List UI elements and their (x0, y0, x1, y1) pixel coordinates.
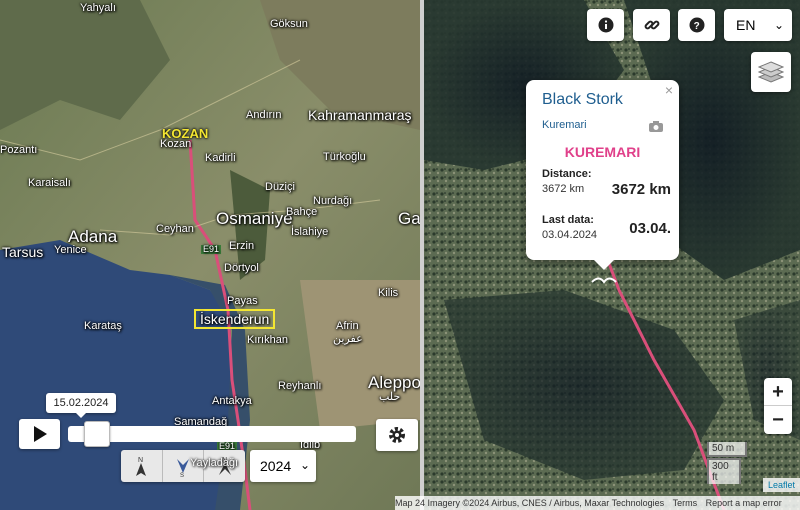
last-data-value: 03.04. (629, 220, 671, 237)
north-arrow-button[interactable]: N (121, 450, 163, 482)
scale-imperial: 300 ft (707, 458, 741, 484)
distance-small-value: 3672 km (542, 183, 585, 195)
timeline-slider-handle[interactable] (83, 421, 110, 447)
last-data-small-value: 03.04.2024 (542, 229, 598, 241)
place-payas: Payas (227, 295, 258, 307)
popup-location-link[interactable]: Kuremari (542, 119, 587, 131)
chevron-down-icon: ⌄ (299, 458, 310, 472)
place-afrin: Afrin (336, 320, 359, 332)
svg-text:?: ? (693, 21, 699, 32)
svg-text:N: N (138, 457, 143, 464)
zoom-in-button[interactable]: + (764, 378, 792, 406)
leaflet-attribution: Leaflet (763, 478, 800, 492)
place-nurdagi: Nurdağı (313, 195, 353, 207)
place-ga: Ga (398, 209, 420, 228)
place-kirikhan: Kırıkhan (247, 334, 288, 346)
last-data-label: Last data: (542, 214, 594, 226)
bird-north-icon: S (177, 459, 189, 477)
place-afrin-arabic: عفرين (333, 333, 363, 345)
info-icon (598, 17, 613, 33)
place-karatas: Karataş (84, 320, 122, 332)
popup-bird-name: KUREMARI (564, 144, 641, 160)
gear-icon (389, 427, 405, 443)
language-value: EN (736, 17, 756, 33)
place-yenice: Yenice (54, 244, 87, 256)
place-islahiye: İslahiye (291, 226, 329, 238)
place-pozanti: Pozantı (0, 144, 38, 156)
leaflet-link[interactable]: Leaflet (768, 480, 795, 490)
attribution-text: 24 Imagery ©2024 Airbus, CNES / Airbus, … (415, 498, 665, 508)
place-kadirli: Kadirli (205, 152, 236, 164)
popup-close-button[interactable]: × (665, 82, 673, 98)
place-antakya: Antakya (212, 395, 252, 407)
scale-metric: 50 m (707, 442, 747, 457)
place-aleppo: Aleppo (368, 373, 420, 392)
place-yayladagi: Yayladağı (190, 457, 239, 469)
svg-text:S: S (180, 473, 184, 477)
terms-link[interactable]: Terms (673, 498, 698, 508)
help-button[interactable]: ? (678, 9, 715, 41)
map-attribution: Map 24 Imagery ©2024 Airbus, CNES / Airb… (395, 496, 800, 510)
place-bahce: Bahçe (286, 206, 318, 218)
zoom-control: + − (764, 378, 792, 434)
place-aleppo-arabic: حلب (379, 391, 401, 403)
place-osmaniye: Osmaniye (216, 209, 293, 228)
place-dortyol: Dörtyol (224, 262, 259, 274)
north-arrow-icon: N (136, 457, 147, 476)
place-kahramanmaras: Kahramanmaraş (308, 107, 412, 123)
place-erzin: Erzin (229, 240, 255, 252)
right-map-pane[interactable]: Black Stork × Kuremari KUREMARI Distance… (424, 0, 800, 510)
place-ceyhan: Ceyhan (156, 223, 194, 235)
place-karaisali: Karaisalı (28, 177, 71, 189)
year-select-value: 2024 (260, 458, 292, 474)
distance-label: Distance: (542, 168, 592, 180)
play-icon (33, 426, 47, 442)
help-icon: ? (689, 17, 704, 33)
zoom-out-button[interactable]: − (764, 406, 792, 434)
place-andirin: Andırın (246, 109, 282, 121)
year-select[interactable]: 2024 ⌄ (250, 450, 316, 482)
camera-icon[interactable] (649, 119, 663, 137)
place-kilis: Kilis (378, 287, 399, 299)
bird-info-popup: Black Stork × Kuremari KUREMARI Distance… (526, 80, 679, 270)
timeline-slider-track[interactable] (68, 426, 356, 442)
layers-button[interactable] (751, 52, 791, 92)
attribution-prefix: Map (395, 498, 413, 508)
place-reyhanli: Reyhanlı (278, 380, 322, 392)
settings-button[interactable] (376, 419, 418, 451)
place-yahyali: Yahyalı (80, 2, 116, 14)
place-kozan: Kozan (160, 138, 192, 150)
link-button[interactable] (633, 9, 670, 41)
language-select[interactable]: EN ⌄ (724, 9, 792, 41)
link-icon (644, 20, 659, 30)
place-duzici: Düziçi (265, 181, 295, 193)
distance-value: 3672 km (611, 181, 671, 198)
current-date-tooltip: 15.02.2024 (46, 393, 116, 418)
place-iskenderun-highlight: İskenderun (194, 309, 276, 329)
play-button[interactable] (19, 419, 60, 449)
left-map-pane[interactable]: Yahyalı Göksun KOZAN Kozan Andırın Kahra… (0, 0, 420, 510)
layers-icon (758, 61, 784, 83)
place-goksun: Göksun (270, 18, 308, 30)
info-button[interactable] (587, 9, 624, 41)
place-tarsus: Tarsus (2, 244, 44, 260)
popup-species-title: Black Stork (542, 91, 623, 108)
report-error-link[interactable]: Report a map error (706, 498, 782, 508)
road-e91-top: E91 (201, 244, 222, 254)
chevron-down-icon: ⌄ (773, 18, 784, 32)
place-turkoglu: Türkoğlu (323, 151, 366, 163)
place-adana: Adana (68, 227, 118, 246)
